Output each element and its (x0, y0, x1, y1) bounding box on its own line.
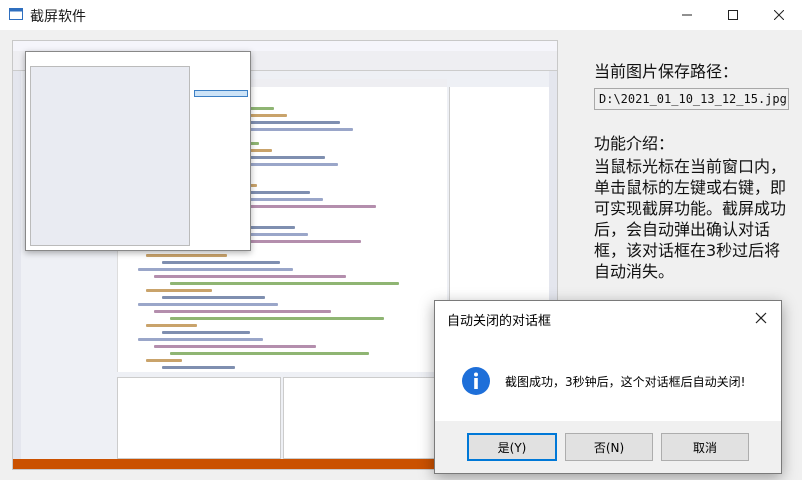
captured-vs-titlebar (13, 41, 557, 51)
captured-code-line (154, 345, 316, 348)
captured-code-line (162, 261, 280, 264)
title-bar: 截屏软件 (0, 0, 802, 30)
captured-code-line (162, 331, 250, 334)
dialog-button-bar: 是(Y) 否(N) 取消 (435, 421, 781, 473)
minimize-button[interactable] (664, 0, 710, 30)
close-icon (774, 10, 784, 20)
close-icon (755, 312, 767, 324)
maximize-button[interactable] (710, 0, 756, 30)
captured-code-line (146, 359, 182, 362)
captured-code-line (138, 268, 293, 271)
yes-button[interactable]: 是(Y) (467, 433, 557, 461)
captured-vs-error-list (283, 377, 447, 459)
function-label: 功能介绍： (594, 134, 675, 153)
captured-code-line (170, 352, 369, 355)
dialog-close-button[interactable] (751, 308, 771, 328)
cancel-button[interactable]: 取消 (661, 433, 749, 461)
save-path-label: 当前图片保存路径： (594, 62, 739, 81)
captured-nested-title (26, 52, 250, 62)
captured-code-line (162, 366, 235, 369)
captured-code-line (146, 254, 227, 257)
close-button[interactable] (756, 0, 802, 30)
dialog-message: 截图成功，3秒钟后，这个对话框后自动关闭! (505, 375, 746, 389)
dialog-title: 自动关闭的对话框 (447, 314, 552, 329)
no-button[interactable]: 否(N) (565, 433, 653, 461)
app-icon (9, 8, 23, 20)
captured-code-line (146, 324, 197, 327)
captured-code-line (170, 282, 399, 285)
function-description: 当鼠标光标在当前窗口内，单击鼠标的左键或右键，即可实现截屏功能。截屏成功后，会自… (594, 157, 787, 281)
captured-vs-left-rail (13, 71, 21, 459)
captured-code-line (154, 310, 331, 313)
save-path-field[interactable]: D:\2021_01_10_13_12_15.jpg (594, 88, 789, 110)
captured-vs-find-panel (117, 377, 281, 459)
captured-code-line (162, 296, 265, 299)
info-icon (462, 367, 490, 395)
captured-nested-window (25, 51, 251, 251)
app-window: 截屏软件 当前图片保存路径： D:\2021_01_10_13_12_15.jp… (0, 0, 802, 480)
captured-code-line (170, 317, 384, 320)
captured-code-line (138, 303, 278, 306)
captured-code-line (146, 289, 212, 292)
captured-nested-preview (30, 66, 190, 246)
captured-nested-path (194, 90, 248, 97)
window-title: 截屏软件 (30, 9, 86, 25)
dialog-body: 截图成功，3秒钟后，这个对话框后自动关闭! (435, 335, 781, 421)
minimize-icon (682, 14, 692, 16)
captured-code-line (154, 275, 346, 278)
captured-code-line (138, 338, 263, 341)
maximize-icon (728, 10, 738, 20)
auto-close-dialog: 自动关闭的对话框 截图成功，3秒钟后，这个对话框后自动关闭! 是(Y) 否(N)… (434, 300, 782, 474)
